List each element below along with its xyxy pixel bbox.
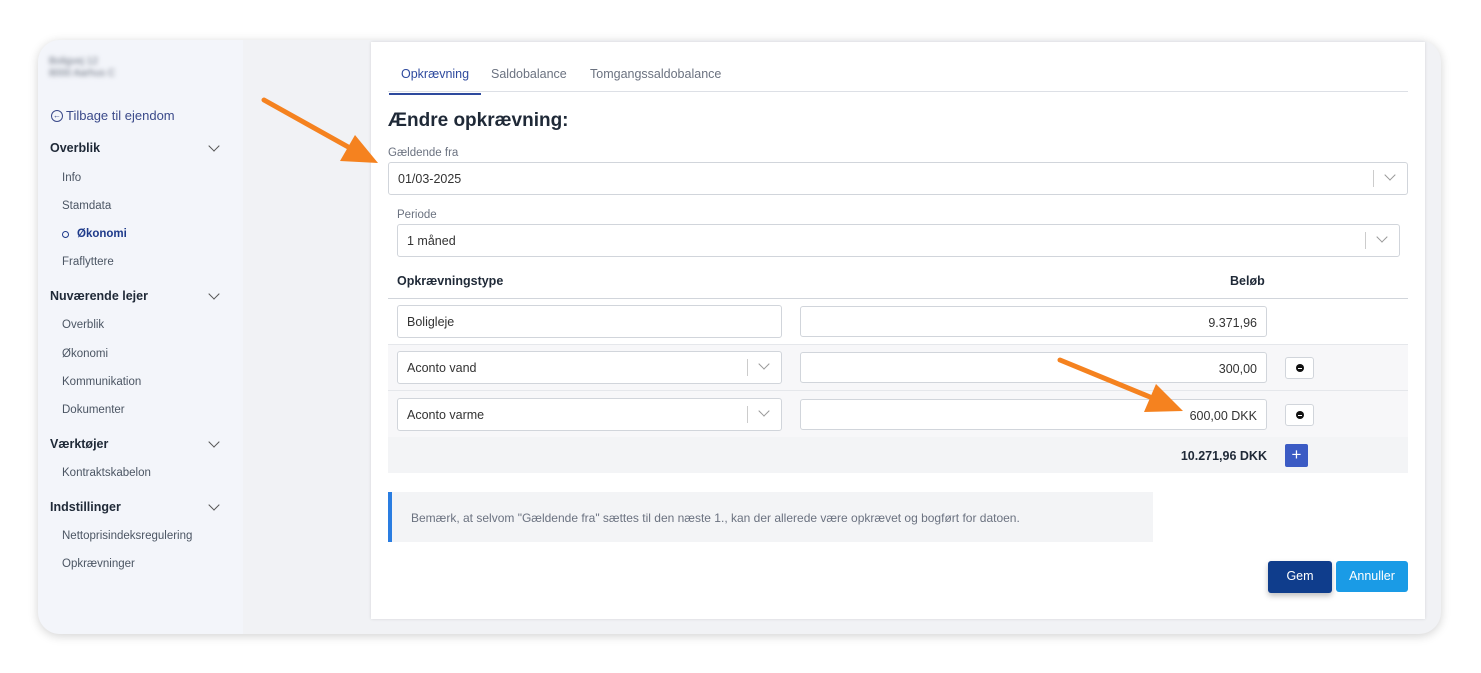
sidebar-section-indstillinger[interactable]: Indstillinger	[50, 499, 222, 514]
sidebar-section-overblik[interactable]: Overblik	[50, 140, 222, 155]
column-header-type: Opkrævningstype	[397, 274, 504, 288]
total-row: 10.271,96 DKK +	[388, 437, 1408, 473]
charge-type-select-aconto-vand[interactable]: Aconto vand	[397, 351, 782, 384]
chevron-down-icon	[208, 436, 220, 448]
sidebar-item-kommunikation[interactable]: Kommunikation	[62, 376, 141, 388]
charge-type-input-boligleje[interactable]: Boligleje	[397, 305, 782, 338]
app-window: Boligvej 12 8000 Aarhus C ← Tilbage til …	[38, 40, 1441, 634]
main-panel: Opkrævning Saldobalance Tomgangssaldobal…	[371, 42, 1425, 619]
chevron-down-icon	[208, 288, 220, 300]
sidebar-item-kontraktskabelon[interactable]: Kontraktskabelon	[62, 467, 151, 479]
add-row-button[interactable]: +	[1285, 444, 1308, 467]
amount-input-boligleje[interactable]: 9.371,96	[800, 306, 1267, 337]
tab-bar: Opkrævning Saldobalance Tomgangssaldobal…	[388, 42, 1408, 95]
save-button[interactable]: Gem	[1268, 561, 1332, 593]
valid-from-select[interactable]: 01/03-2025	[388, 162, 1408, 195]
chevron-down-icon	[208, 140, 220, 152]
chevron-down-icon	[758, 358, 770, 370]
total-amount: 10.271,96 DKK	[1180, 449, 1267, 463]
cancel-button[interactable]: Annuller	[1336, 561, 1408, 592]
remove-row-button[interactable]	[1285, 404, 1314, 426]
sidebar-item-tenant-okonomi[interactable]: Økonomi	[62, 348, 108, 360]
amount-input-aconto-vand[interactable]: 300,00	[800, 352, 1267, 383]
sidebar-item-dokumenter[interactable]: Dokumenter	[62, 404, 125, 416]
sidebar-item-tenant-overblik[interactable]: Overblik	[62, 319, 104, 331]
chevron-down-icon	[208, 499, 220, 511]
amount-input-aconto-varme[interactable]: 600,00 DKK	[800, 399, 1267, 430]
info-note: Bemærk, at selvom "Gældende fra" sættes …	[388, 492, 1153, 542]
sidebar-item-nettoprisindeksregulering[interactable]: Nettoprisindeksregulering	[62, 530, 192, 542]
back-to-property-link[interactable]: ← Tilbage til ejendom	[51, 108, 175, 123]
column-header-amount: Beløb	[1230, 274, 1265, 288]
sidebar-section-nuvaerende-lejer[interactable]: Nuværende lejer	[50, 288, 222, 303]
period-label: Periode	[397, 209, 437, 221]
active-dot-icon	[62, 230, 69, 238]
chevron-down-icon	[1376, 231, 1388, 243]
tab-saldobalance[interactable]: Saldobalance	[491, 67, 567, 81]
chevron-down-icon	[758, 405, 770, 417]
period-select[interactable]: 1 måned	[397, 224, 1400, 257]
sidebar-item-info[interactable]: Info	[62, 172, 81, 184]
table-header-divider	[388, 298, 1408, 299]
valid-from-label: Gældende fra	[388, 147, 459, 159]
charge-type-select-aconto-varme[interactable]: Aconto varme	[397, 398, 782, 431]
tab-opkraevning[interactable]: Opkrævning	[388, 67, 482, 95]
sidebar-item-opkraevninger[interactable]: Opkrævninger	[62, 558, 135, 570]
remove-row-button[interactable]	[1285, 357, 1314, 379]
tab-tomgangssaldobalance[interactable]: Tomgangssaldobalance	[590, 67, 721, 81]
sidebar-section-vaerktojer[interactable]: Værktøjer	[50, 436, 222, 451]
sidebar-item-fraflyttere[interactable]: Fraflyttere	[62, 256, 114, 268]
property-address: Boligvej 12 8000 Aarhus C	[49, 56, 116, 79]
arrow-left-circle-icon: ←	[51, 109, 63, 122]
page-title: Ændre opkrævning:	[388, 110, 569, 131]
sidebar-item-stamdata[interactable]: Stamdata	[62, 200, 111, 212]
chevron-down-icon	[1384, 169, 1396, 181]
sidebar-item-okonomi[interactable]: Økonomi	[62, 228, 127, 240]
sidebar: Boligvej 12 8000 Aarhus C ← Tilbage til …	[38, 40, 243, 634]
